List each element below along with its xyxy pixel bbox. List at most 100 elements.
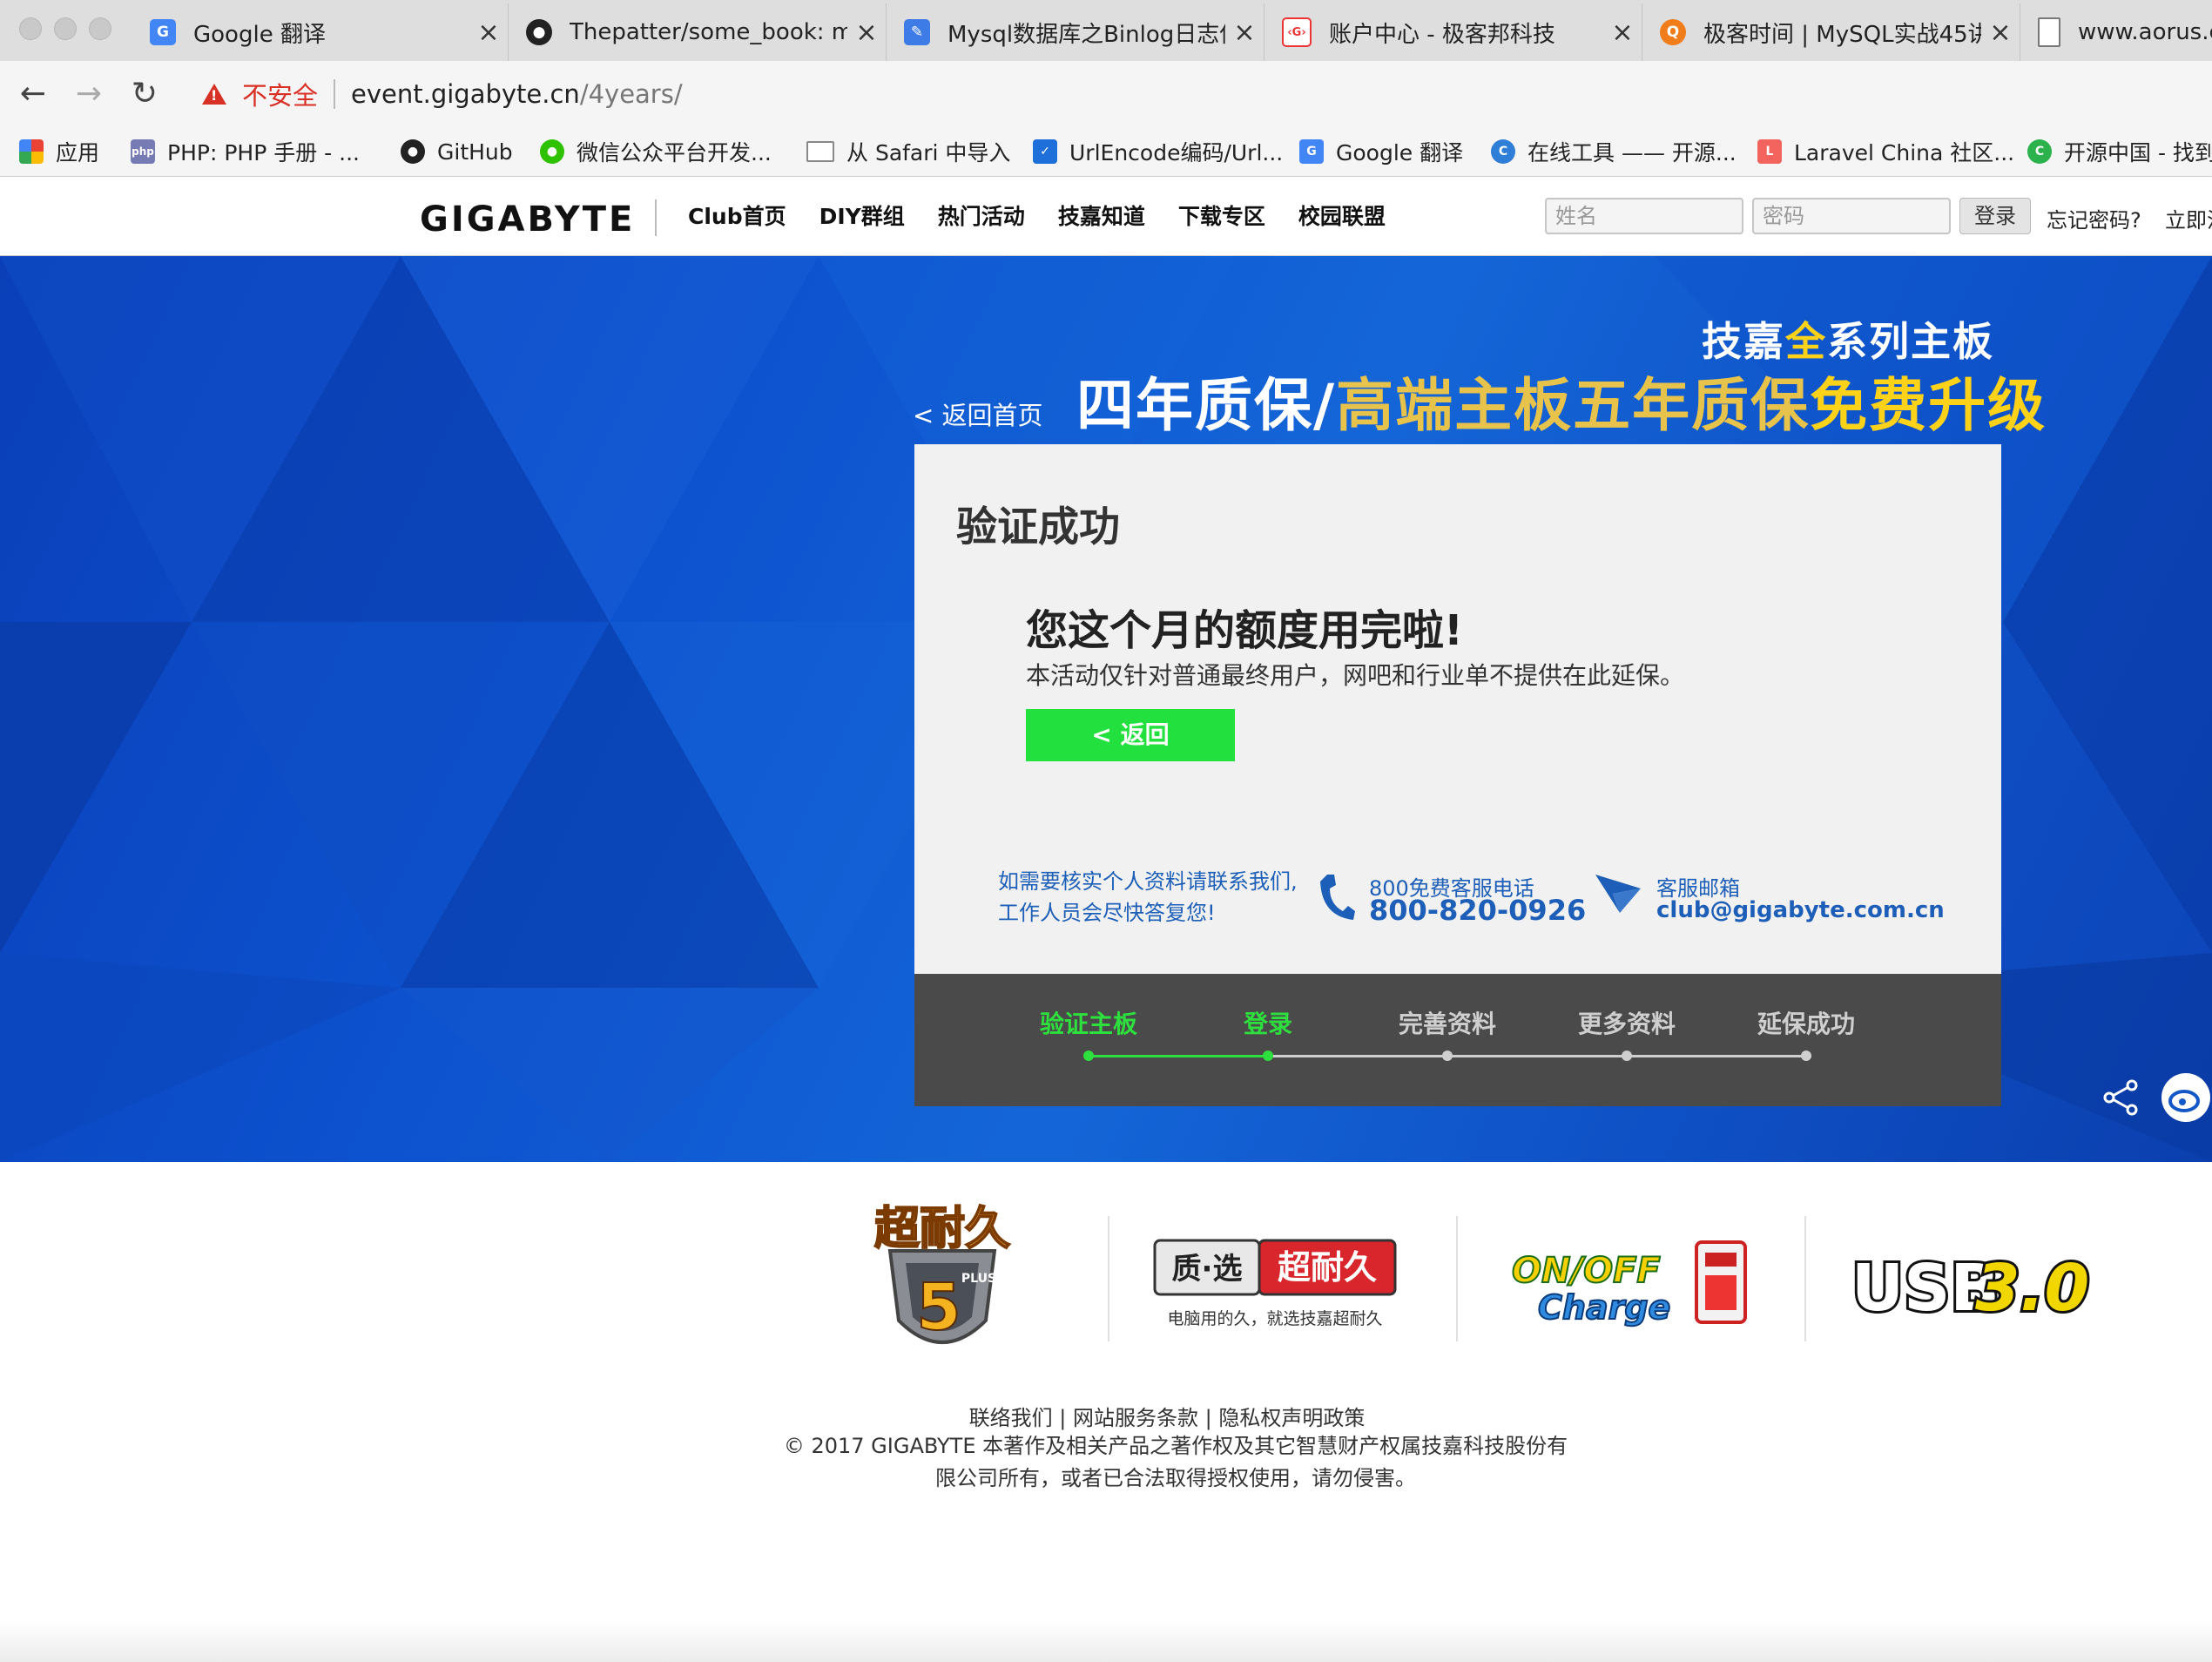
- paper-plane-icon: [1595, 875, 1641, 913]
- nav-campus[interactable]: 校园联盟: [1298, 199, 1386, 231]
- tab-title: 账户中心 - 极客邦科技: [1329, 21, 1555, 48]
- tab-title: Mysql数据库之Binlog日志使: [948, 21, 1225, 48]
- svg-text:超耐久: 超耐久: [874, 1203, 1010, 1255]
- bookmark-wechat[interactable]: ● 微信公众平台开发...: [540, 134, 772, 169]
- bookmark-label: 微信公众平台开发...: [577, 140, 772, 166]
- oschina-tool-icon: C: [1491, 139, 1515, 164]
- password-input[interactable]: 密码: [1752, 198, 1951, 234]
- browser-tab[interactable]: G Google 翻译 ×: [132, 3, 509, 61]
- url-path: /4years/: [579, 79, 683, 109]
- contact-note: 如需要核实个人资料请联系我们, 工作人员会尽快答复您!: [998, 866, 1298, 929]
- nav-club-home[interactable]: Club首页: [688, 199, 786, 231]
- step-label: 延保成功: [1757, 1010, 1856, 1038]
- bookmark-safari-import[interactable]: 从 Safari 中导入: [806, 134, 1010, 169]
- step-connector: [1089, 1055, 1268, 1057]
- nav-diy-group[interactable]: DIY群组: [819, 199, 905, 231]
- url-divider: [334, 79, 336, 109]
- bookmark-label: 应用: [56, 140, 100, 166]
- gigabyte-logo[interactable]: GIGABYTE: [420, 199, 635, 240]
- step-dot: [1442, 1051, 1453, 1061]
- warning-icon: [202, 84, 226, 105]
- browser-tab[interactable]: ‹G› 账户中心 - 极客邦科技 ×: [1264, 3, 1642, 61]
- url-field[interactable]: 不安全 event.gigabyte.cn /4years/: [183, 70, 2212, 118]
- browser-tab[interactable]: www.aorus.c: [2020, 3, 2212, 61]
- bookmark-apps[interactable]: 应用: [19, 134, 99, 169]
- bookmark-label: Laravel China 社区...: [1794, 140, 2015, 166]
- mail-address[interactable]: club@gigabyte.com.cn: [1656, 897, 1945, 923]
- copyright-line: 限公司所有，或者已合法取得授权使用，请勿侵害。: [935, 1466, 1416, 1490]
- apps-grid-icon: [19, 139, 44, 164]
- on-off-charge-logo: ON/OFF Charge: [1511, 1240, 1747, 1328]
- bookmark-github[interactable]: ● GitHub: [401, 134, 513, 169]
- feature-logos: 超耐久 5 PLUS 质·选 超耐久 电脑用的久，就选技嘉超耐久 ON/OFF …: [836, 1190, 2125, 1364]
- reload-icon[interactable]: ↻: [125, 75, 164, 113]
- browser-tab[interactable]: ● Thepatter/some_book: my ×: [509, 3, 887, 61]
- weibo-icon[interactable]: [2160, 1071, 2212, 1124]
- svg-text:超耐久: 超耐久: [1278, 1248, 1377, 1287]
- usb-3-logo: USB 3.0: [1849, 1248, 2092, 1328]
- bookmark-oschina[interactable]: C 开源中国 - 找到: [2027, 134, 2212, 169]
- login-button[interactable]: 登录: [1959, 198, 2031, 234]
- bookmark-label: UrlEncode编码/Url...: [1069, 140, 1284, 166]
- window-minimize-button[interactable]: [54, 17, 77, 40]
- nav-knowledge[interactable]: 技嘉知道: [1058, 199, 1145, 231]
- window-zoom-button[interactable]: [89, 17, 111, 40]
- contact-note-line: 工作人员会尽快答复您!: [998, 901, 1216, 925]
- forward-arrow-icon[interactable]: →: [70, 75, 108, 113]
- tab-close-icon[interactable]: ×: [1225, 17, 1264, 48]
- window-close-button[interactable]: [19, 17, 42, 40]
- forgot-password-link[interactable]: 忘记密码?: [2047, 203, 2141, 233]
- bookmark-online-tools[interactable]: C 在线工具 —— 开源...: [1491, 134, 1737, 169]
- tab-close-icon[interactable]: ×: [469, 17, 508, 48]
- card-title: 验证成功: [956, 503, 1120, 551]
- result-card: 验证成功 您这个月的额度用完啦! 本活动仅针对普通最终用户，网吧和行业单不提供在…: [914, 444, 2001, 974]
- bookmark-php[interactable]: php PHP: PHP 手册 - ...: [131, 134, 360, 169]
- bookmark-label: PHP: PHP 手册 - ...: [167, 140, 360, 166]
- header-divider: [655, 199, 657, 236]
- svg-text:质·选: 质·选: [1172, 1252, 1243, 1287]
- tab-close-icon[interactable]: ×: [1981, 17, 2020, 48]
- return-button[interactable]: < 返回: [1026, 709, 1235, 761]
- slogan-line-2: 四年质保/高端主板五年质保免费升级: [1076, 372, 2047, 439]
- tab-title: www.aorus.c: [2078, 19, 2212, 45]
- back-home-link[interactable]: < 返回首页: [913, 395, 1043, 432]
- contact-note-line: 如需要核实个人资料请联系我们,: [998, 869, 1298, 894]
- bookmark-google-translate[interactable]: G Google 翻译: [1299, 134, 1463, 169]
- page-bottom-fade: [0, 1620, 2212, 1662]
- step-connector: [1268, 1055, 1811, 1057]
- tab-close-icon[interactable]: ×: [1603, 17, 1642, 48]
- geektime-icon: Q: [1660, 19, 1686, 45]
- back-arrow-icon[interactable]: ←: [14, 75, 52, 113]
- svg-text:3.0: 3.0: [1975, 1251, 2089, 1326]
- nav-downloads[interactable]: 下载专区: [1178, 199, 1265, 231]
- hero-banner: 技嘉全系列主板 四年质保/高端主板五年质保免费升级 < 返回首页 验证成功 您这…: [0, 256, 2212, 1162]
- bookmark-laravel[interactable]: L Laravel China 社区...: [1757, 134, 2014, 169]
- share-icon[interactable]: [2102, 1078, 2141, 1117]
- nav-hot-events[interactable]: 热门活动: [938, 199, 1025, 231]
- phone-icon: [1320, 875, 1355, 920]
- quota-note: 本活动仅针对普通最终用户，网吧和行业单不提供在此延保。: [1026, 661, 1685, 690]
- google-translate-icon: G: [1299, 139, 1324, 164]
- browser-tab[interactable]: ✎ Mysql数据库之Binlog日志使 ×: [887, 3, 1264, 61]
- bookmark-label: GitHub: [437, 138, 513, 165]
- security-status[interactable]: 不安全: [242, 76, 318, 112]
- bookmark-label: 从 Safari 中导入: [846, 140, 1011, 166]
- step-label: 完善资料: [1398, 1010, 1497, 1038]
- register-link[interactable]: 立即注: [2165, 203, 2212, 233]
- feature-divider: [1456, 1216, 1458, 1341]
- phone-number[interactable]: 800-820-0926: [1369, 894, 1586, 927]
- username-input[interactable]: 姓名: [1545, 198, 1743, 234]
- footer-copyright: © 2017 GIGABYTE 本著作及相关产品之著作权及其它智慧财产权属技嘉科…: [0, 1430, 2212, 1495]
- tab-close-icon[interactable]: ×: [847, 17, 886, 48]
- page-icon: [2038, 17, 2060, 47]
- footer-links[interactable]: 联络我们 | 网站服务条款 | 隐私权声明政策: [0, 1401, 2212, 1431]
- feature-divider: [1108, 1216, 1109, 1341]
- github-icon: ●: [526, 19, 552, 45]
- svg-text:电脑用的久，就选技嘉超耐久: 电脑用的久，就选技嘉超耐久: [1167, 1309, 1382, 1328]
- step-label: 验证主板: [1039, 1010, 1138, 1038]
- bookmark-urlencode[interactable]: ✓ UrlEncode编码/Url...: [1033, 134, 1283, 169]
- quota-message: 您这个月的额度用完啦!: [1026, 606, 1463, 655]
- browser-tab-strip: G Google 翻译 × ● Thepatter/some_book: my …: [0, 0, 2212, 62]
- ultra-durable-5-logo: 超耐久 5 PLUS: [873, 1202, 1011, 1346]
- browser-tab[interactable]: Q 极客时间 | MySQL实战45讲 ×: [1642, 3, 2020, 61]
